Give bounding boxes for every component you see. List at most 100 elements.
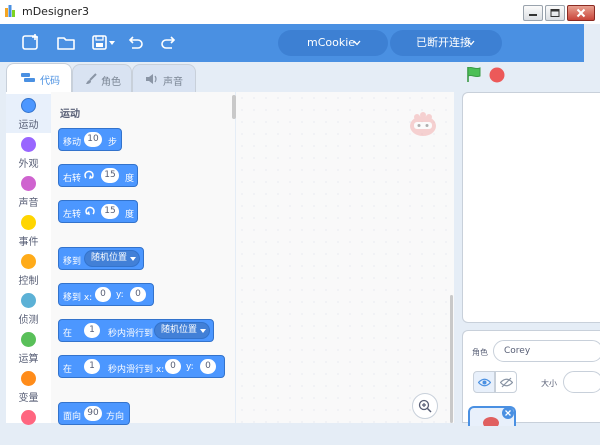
seconds-input[interactable]: 1 xyxy=(84,323,100,338)
sprite-thumbnail-icon xyxy=(483,417,499,426)
sound-dot-icon xyxy=(21,176,36,191)
dropdown-value: 随机位置 xyxy=(91,253,128,263)
goto-target-dropdown[interactable]: 随机位置 xyxy=(84,250,140,267)
workspace-scrollbar[interactable] xyxy=(450,295,453,423)
size-input[interactable] xyxy=(563,371,600,393)
device-label: mCookie xyxy=(307,36,356,49)
block-text: 步 xyxy=(108,138,118,148)
size-label: 大小 xyxy=(541,379,557,388)
block-turn-right[interactable]: 右转 15 度 xyxy=(58,164,138,187)
stop-icon[interactable] xyxy=(489,67,505,83)
open-folder-icon[interactable] xyxy=(55,32,77,54)
category-my-blocks[interactable] xyxy=(6,406,51,445)
code-workspace[interactable] xyxy=(236,92,454,423)
new-project-icon[interactable] xyxy=(20,32,42,54)
delete-sprite-button[interactable] xyxy=(502,407,514,419)
category-looks[interactable]: 外观 xyxy=(6,133,51,172)
sprite-info-panel: 角色 Corey 大小 xyxy=(462,330,600,426)
category-variables[interactable]: 变量 xyxy=(6,367,51,406)
stage-canvas[interactable] xyxy=(462,92,600,323)
category-events[interactable]: 事件 xyxy=(6,211,51,250)
block-text: 移到 xyxy=(63,257,82,267)
x-input[interactable]: 0 xyxy=(165,359,181,374)
block-point-direction[interactable]: 面向 90 方向 xyxy=(58,402,130,425)
title-bar: mDesigner3 xyxy=(0,0,600,25)
close-icon xyxy=(576,8,586,18)
sprite-name-value: Corey xyxy=(504,346,531,356)
redo-icon[interactable] xyxy=(158,32,180,54)
tab-costumes[interactable]: 角色 xyxy=(72,64,132,92)
category-label: 外观 xyxy=(18,159,39,170)
y-input[interactable]: 0 xyxy=(200,359,216,374)
window-edge xyxy=(584,24,600,62)
y-input[interactable]: 0 xyxy=(130,287,146,302)
sprite-name-input[interactable]: Corey xyxy=(493,340,600,362)
maximize-button[interactable] xyxy=(545,5,565,21)
undo-icon[interactable] xyxy=(124,32,146,54)
close-button[interactable] xyxy=(567,5,595,21)
block-move-steps[interactable]: 移动 10 步 xyxy=(58,128,122,151)
block-text: 秒内滑行到 x: xyxy=(108,365,165,375)
code-blocks-icon xyxy=(21,73,35,82)
zoom-in-button[interactable] xyxy=(412,393,438,419)
tab-sounds-label: 声音 xyxy=(163,77,183,88)
block-glide-to-xy[interactable]: 在 1 秒内滑行到 x: 0 y: 0 xyxy=(58,355,225,378)
hide-sprite-button[interactable] xyxy=(495,371,517,393)
dropdown-value: 随机位置 xyxy=(161,325,198,335)
dropdown-arrow-icon xyxy=(130,257,136,261)
category-sensing[interactable]: 侦测 xyxy=(6,289,51,328)
block-glide-to[interactable]: 在 1 秒内滑行到 随机位置 xyxy=(58,319,214,342)
show-sprite-button[interactable] xyxy=(473,371,495,393)
direction-input[interactable]: 90 xyxy=(84,406,102,421)
brush-icon xyxy=(86,73,97,84)
category-operators[interactable]: 运算 xyxy=(6,328,51,367)
zoom-in-icon xyxy=(418,399,432,413)
eye-icon xyxy=(478,378,491,387)
category-label: 侦测 xyxy=(18,315,39,326)
steps-input[interactable]: 10 xyxy=(84,132,102,147)
block-palette: 运动 移动 10 步 右转 15 度 左转 15 度 移到 随机位置 移到 x:… xyxy=(51,92,235,425)
connection-selector[interactable]: 已断开连接 xyxy=(390,30,502,56)
block-text: 秒内滑行到 xyxy=(108,329,154,339)
tab-code[interactable]: 代码 xyxy=(6,63,72,93)
seconds-input[interactable]: 1 xyxy=(84,359,100,374)
glide-target-dropdown[interactable]: 随机位置 xyxy=(154,322,210,339)
block-text: 移到 x: xyxy=(63,293,93,303)
sprite-name-label: 角色 xyxy=(472,348,488,357)
block-text: y: xyxy=(116,290,124,300)
events-dot-icon xyxy=(21,215,36,230)
category-motion[interactable]: 运动 xyxy=(6,94,51,133)
category-control[interactable]: 控制 xyxy=(6,250,51,289)
rotate-right-icon xyxy=(84,170,94,179)
category-label: 运动 xyxy=(18,120,39,131)
block-text: 面向 xyxy=(63,412,82,422)
speaker-icon xyxy=(146,74,157,84)
green-flag-icon[interactable] xyxy=(466,66,482,83)
degrees-input[interactable]: 15 xyxy=(101,168,119,183)
category-label: 变量 xyxy=(18,393,39,404)
device-selector[interactable]: mCookie xyxy=(278,30,388,56)
block-text: 在 xyxy=(63,365,73,375)
sprite-thumbnail-selected[interactable] xyxy=(468,406,516,426)
block-go-to-xy[interactable]: 移到 x: 0 y: 0 xyxy=(58,283,154,306)
tab-sounds[interactable]: 声音 xyxy=(132,64,196,92)
sprite-watermark-icon xyxy=(410,112,436,136)
palette-heading: 运动 xyxy=(60,109,80,120)
category-label: 事件 xyxy=(18,237,39,248)
category-label: 控制 xyxy=(18,276,39,287)
block-text: 左转 xyxy=(63,210,82,220)
tab-code-label: 代码 xyxy=(40,76,60,87)
minimize-button[interactable] xyxy=(523,5,543,21)
maximize-icon xyxy=(550,9,560,17)
block-go-to[interactable]: 移到 随机位置 xyxy=(58,247,144,270)
x-input[interactable]: 0 xyxy=(95,287,111,302)
category-sound[interactable]: 声音 xyxy=(6,172,51,211)
degrees-input[interactable]: 15 xyxy=(101,204,119,219)
block-text: y: xyxy=(186,362,194,372)
variables-dot-icon xyxy=(21,371,36,386)
motion-dot-icon xyxy=(21,98,36,113)
save-dropdown-icon[interactable] xyxy=(109,41,115,45)
category-label: 声音 xyxy=(18,198,39,209)
block-turn-left[interactable]: 左转 15 度 xyxy=(58,200,138,223)
chevron-down-icon xyxy=(353,40,361,46)
